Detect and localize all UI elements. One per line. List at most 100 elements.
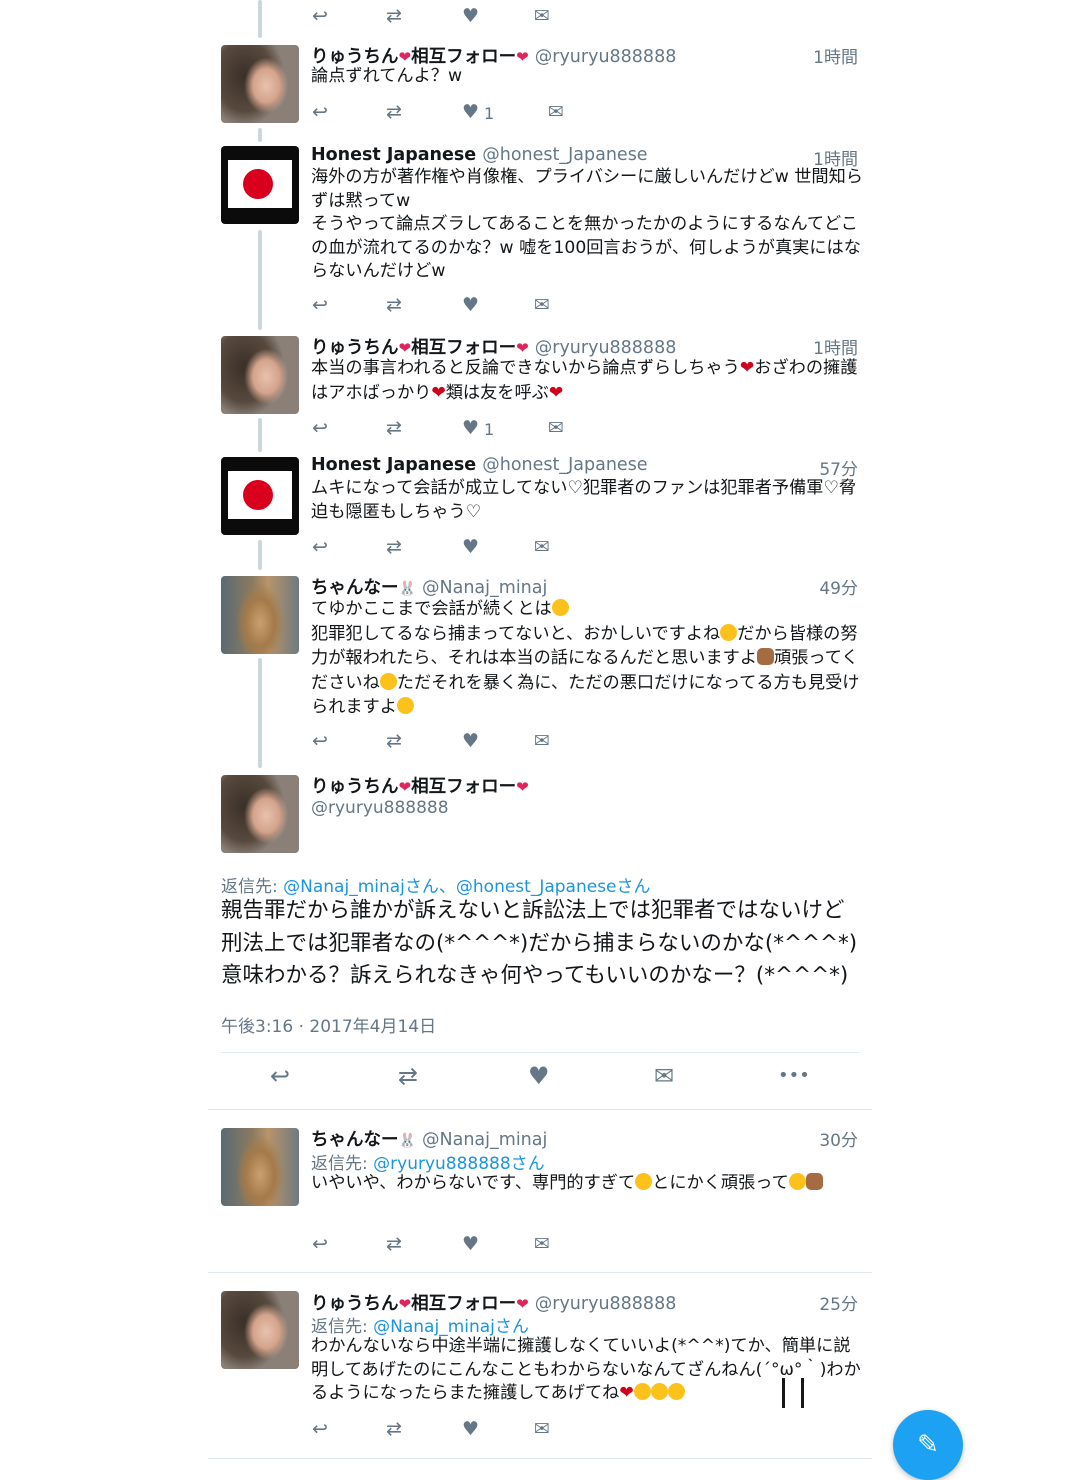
bar-glyph	[801, 1378, 804, 1408]
like-icon[interactable]: ♥	[462, 1234, 479, 1254]
dm-icon[interactable]: ✉	[534, 1419, 550, 1439]
tweet-actions: ↩ ⇄ ♥ 1 ✉	[312, 102, 572, 126]
tweet-time[interactable]: 25分	[778, 1290, 858, 1315]
avatar[interactable]	[221, 45, 299, 123]
display-name: りゅうちん	[311, 47, 399, 67]
dm-icon[interactable]: ✉	[548, 102, 564, 122]
heart-emoji: ❤	[619, 1383, 634, 1403]
dm-icon[interactable]: ✉	[534, 731, 550, 751]
avatar[interactable]	[221, 146, 299, 224]
retweet-icon[interactable]: ⇄	[386, 6, 402, 26]
thread-line	[258, 418, 262, 452]
dm-icon[interactable]: ✉	[654, 1064, 674, 1088]
compose-button[interactable]: ✎	[893, 1410, 963, 1480]
text-segment: 本当の事言われると反論できないから論点ずらしちゃう	[311, 358, 740, 378]
reply-icon[interactable]: ↩	[270, 1064, 290, 1088]
like-icon[interactable]: ♥	[462, 102, 479, 122]
avatar[interactable]	[221, 576, 299, 654]
retweet-icon[interactable]: ⇄	[386, 295, 402, 315]
reply-icon[interactable]: ↩	[312, 1419, 328, 1439]
avatar[interactable]	[221, 775, 299, 853]
reply-icon[interactable]: ↩	[312, 537, 328, 557]
like-icon[interactable]: ♥	[462, 418, 479, 438]
heart-icon: ❤	[398, 48, 412, 66]
tweet-text: てゆかここまで会話が続くとは 犯罪犯してるなら捕まってないと、おかしいですよねだ…	[311, 597, 863, 720]
handle: @Nanaj_minaj	[422, 1130, 548, 1150]
divider	[208, 1109, 872, 1110]
avatar[interactable]	[221, 1128, 299, 1206]
reply-to-label: 返信先:	[311, 1154, 368, 1174]
focused-tweet-actions: ↩ ⇄ ♥ ✉ •••	[270, 1064, 830, 1096]
text-segment: わかんないなら中途半端に擁護しなくていいよ(*^^*)てか、簡単に説明してあげた…	[311, 1336, 861, 1403]
reply-icon[interactable]: ↩	[312, 102, 328, 122]
avatar[interactable]	[221, 336, 299, 414]
like-icon[interactable]: ♥	[462, 1419, 479, 1439]
dm-icon[interactable]: ✉	[548, 418, 564, 438]
text-segment: とにかく頑張って	[652, 1173, 789, 1193]
thread-line	[258, 0, 262, 38]
tweet-text: いやいや、わからないです、専門的すぎて とにかく頑張って	[311, 1172, 851, 1196]
handle: @Nanaj_minaj	[422, 578, 548, 598]
text-segment: いやいや、わからないです、専門的すぎて	[311, 1173, 636, 1193]
rabbit-icon: 🐰	[398, 1133, 416, 1149]
laughing-emoji	[551, 599, 569, 616]
like-icon[interactable]: ♥	[462, 537, 479, 557]
tweet-time[interactable]: 49分	[778, 574, 858, 599]
tweet-author[interactable]: Honest Japanese @honest_Japanese	[311, 455, 648, 475]
display-name: ちゃんなー	[311, 578, 399, 598]
tweet-time[interactable]: 30分	[778, 1126, 858, 1151]
like-count: 1	[484, 420, 495, 439]
dm-icon[interactable]: ✉	[534, 537, 550, 557]
dm-icon[interactable]: ✉	[534, 1234, 550, 1254]
heart-icon: ❤	[398, 339, 412, 357]
like-count: 1	[484, 104, 495, 123]
reply-icon[interactable]: ↩	[312, 1234, 328, 1254]
tweet-author[interactable]: ちゃんなー🐰 @Nanaj_minaj	[311, 574, 547, 599]
reply-to-link[interactable]: @Nanaj_minajさん、@honest_Japaneseさん	[283, 877, 650, 897]
display-name: りゅうちん	[311, 338, 399, 358]
clap-emoji	[667, 1383, 685, 1400]
reply-icon[interactable]: ↩	[312, 731, 328, 751]
heart-emoji: ❤	[739, 358, 755, 378]
like-icon[interactable]: ♥	[528, 1064, 550, 1088]
reply-icon[interactable]: ↩	[312, 6, 328, 26]
more-icon[interactable]: •••	[778, 1066, 810, 1086]
dm-icon[interactable]: ✉	[534, 295, 550, 315]
reply-to-label: 返信先:	[311, 1317, 368, 1337]
like-icon[interactable]: ♥	[462, 731, 479, 751]
retweet-icon[interactable]: ⇄	[386, 418, 402, 438]
retweet-icon[interactable]: ⇄	[398, 1064, 418, 1088]
retweet-icon[interactable]: ⇄	[386, 1419, 402, 1439]
reply-icon[interactable]: ↩	[312, 295, 328, 315]
tweet-actions: ↩ ⇄ ♥ ✉	[312, 731, 572, 755]
like-icon[interactable]: ♥	[462, 6, 479, 26]
dm-icon[interactable]: ✉	[534, 6, 550, 26]
tweet-timestamp[interactable]: 午後3:16 · 2017年4月14日	[221, 1012, 436, 1037]
like-icon[interactable]: ♥	[462, 295, 479, 315]
thread-line	[258, 230, 262, 330]
clap-emoji	[633, 1383, 651, 1400]
tweet-actions: ↩ ⇄ ♥ ✉	[312, 537, 572, 561]
display-name: Honest Japanese	[311, 145, 477, 165]
handle[interactable]: @ryuryu888888	[311, 798, 449, 818]
reply-to-link[interactable]: @Nanaj_minajさん	[373, 1317, 529, 1337]
avatar[interactable]	[221, 1291, 299, 1369]
retweet-icon[interactable]: ⇄	[386, 1234, 402, 1254]
name-suffix: 相互フォロー	[411, 1294, 517, 1314]
thread-line	[258, 128, 262, 142]
reply-to-link[interactable]: @ryuryu888888さん	[373, 1154, 545, 1174]
retweet-icon[interactable]: ⇄	[386, 731, 402, 751]
avatar[interactable]	[221, 457, 299, 535]
compose-icon: ✎	[917, 1430, 939, 1460]
retweet-icon[interactable]: ⇄	[386, 537, 402, 557]
reply-icon[interactable]: ↩	[312, 418, 328, 438]
heart-icon: ❤	[398, 1295, 412, 1313]
wink-emoji	[379, 672, 397, 690]
tweet-author[interactable]: ちゃんなー🐰 @Nanaj_minaj	[311, 1126, 547, 1151]
divider	[221, 1052, 859, 1053]
ok-hand-emoji	[805, 1173, 823, 1190]
tweet-author[interactable]: Honest Japanese @honest_Japanese	[311, 145, 648, 165]
tweet-author[interactable]: りゅうちん❤相互フォロー❤	[311, 773, 529, 798]
retweet-icon[interactable]: ⇄	[386, 102, 402, 122]
tweet-text: 海外の方が著作権や肖像権、プライバシーに厳しいんだけどw 世間知らずは黙ってw …	[311, 167, 863, 281]
